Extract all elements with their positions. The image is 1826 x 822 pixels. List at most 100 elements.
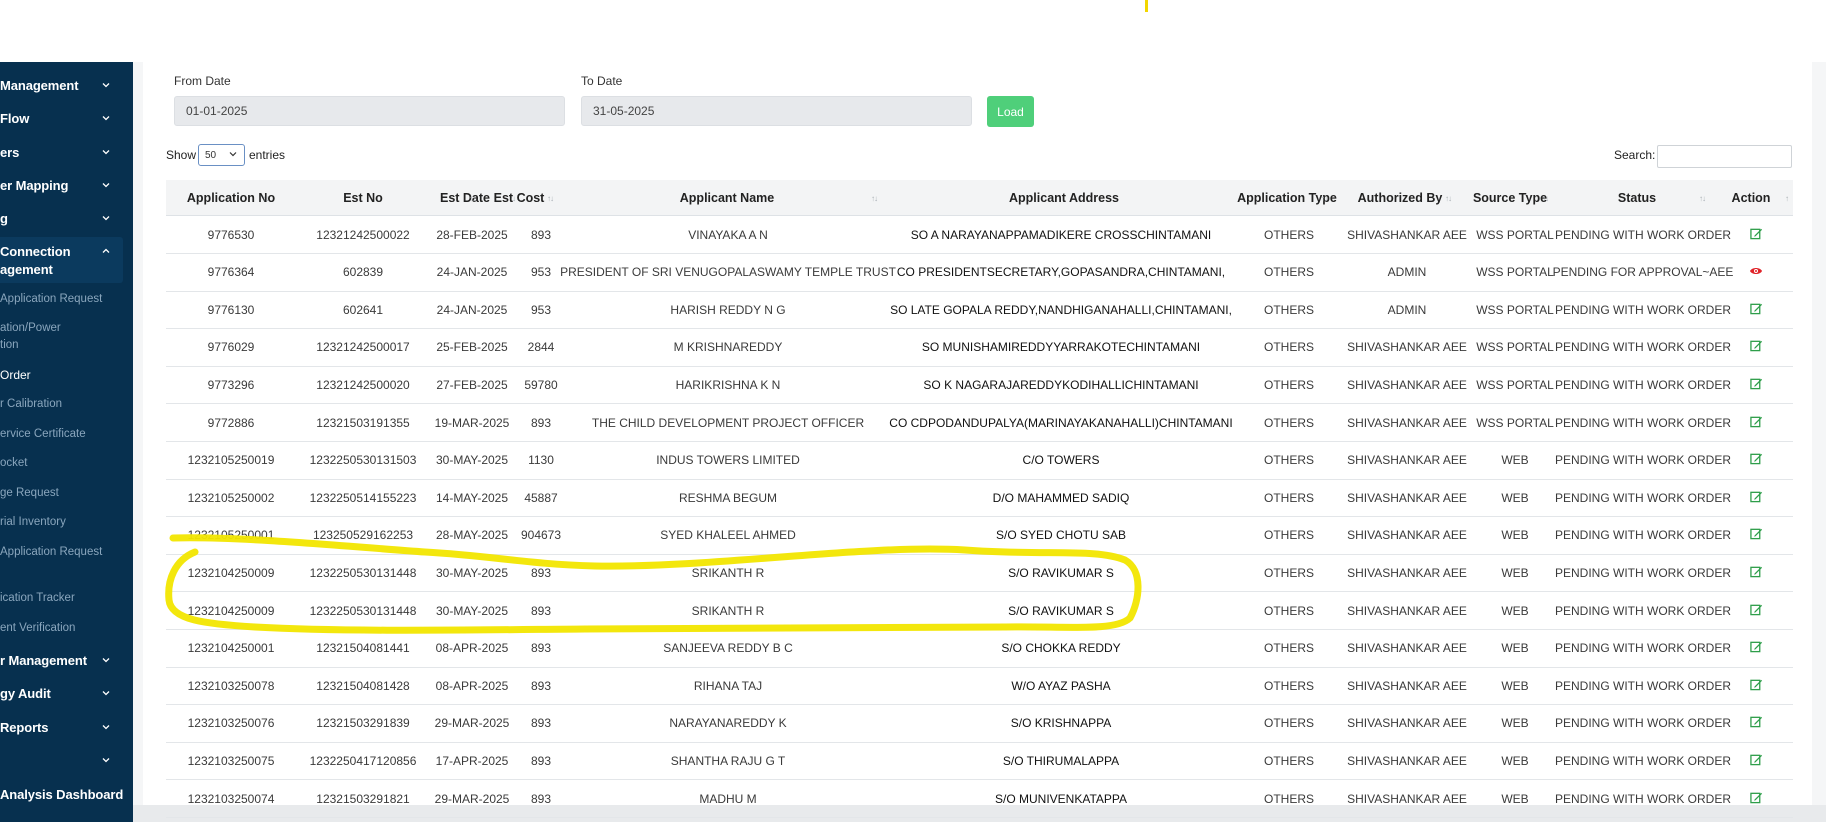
column-header-action[interactable]: Action — [1716, 180, 1786, 216]
edit-icon[interactable] — [1749, 565, 1763, 581]
sidebar-subitem-document-verification[interactable]: ent Verification — [0, 622, 75, 634]
cell-name: M KRISHNAREDDY — [673, 340, 783, 355]
cell-est-no: 12321504081441 — [316, 641, 410, 656]
edit-icon[interactable] — [1749, 527, 1763, 543]
column-header-label: Est No — [343, 191, 383, 205]
sidebar-item-reports[interactable]: Reports — [0, 717, 133, 737]
cell-est-no: 12321503291821 — [316, 791, 410, 806]
column-header-label: Est Date — [439, 191, 491, 205]
sidebar-subitem-application-request[interactable]: Application Request — [0, 293, 102, 305]
edit-icon[interactable] — [1749, 753, 1763, 769]
edit-icon[interactable] — [1749, 791, 1763, 807]
edit-icon[interactable] — [1749, 715, 1763, 731]
view-icon[interactable] — [1749, 265, 1763, 279]
cell-est-no: 1232250530131448 — [309, 565, 417, 580]
cell-est-cost: 893 — [530, 227, 552, 242]
chevron-down-icon — [100, 721, 112, 733]
column-header-applicant-address[interactable]: Applicant Address — [896, 180, 1232, 216]
page-size-select[interactable]: 50 — [198, 144, 245, 166]
load-button[interactable]: Load — [987, 96, 1034, 127]
cell-app-no: 1232105250019 — [187, 453, 275, 468]
cell-status: PENDING WITH WORK ORDER — [1555, 603, 1731, 618]
table-row: 1232104250009 1232250530131448 30-MAY-2025… — [166, 592, 1793, 630]
edit-icon[interactable] — [1749, 415, 1763, 431]
cell-est-date: 24-JAN-2025 — [436, 265, 508, 280]
column-header-application-no[interactable]: Application No ↑↓ — [166, 180, 296, 216]
column-header-application-type[interactable]: Application Type — [1222, 180, 1352, 216]
cell-app-no: 9776029 — [207, 340, 255, 355]
sidebar-item-energy-audit[interactable]: gy Audit — [0, 683, 133, 703]
cell-app-no: 1232105250002 — [187, 490, 275, 505]
edit-icon[interactable] — [1749, 678, 1763, 694]
cell-status: PENDING WITH WORK ORDER — [1555, 716, 1731, 731]
table-row: 1232103250075 1232250417120856 17-APR-2025… — [166, 742, 1793, 781]
sidebar-subitem-ation-power[interactable]: ation/Power — [0, 322, 61, 334]
action-cell — [1726, 366, 1786, 403]
cell-name: SRIKANTH R — [691, 565, 765, 580]
cell-address: S/O THIRUMALAPPA — [1002, 753, 1120, 768]
sidebar-item-label: Analysis Dashboard — [0, 787, 124, 802]
entries-label: entries — [249, 148, 286, 162]
to-date-label: To Date — [581, 74, 623, 88]
edit-icon[interactable] — [1749, 377, 1763, 393]
sidebar-item-management[interactable]: Management — [0, 75, 133, 95]
sidebar-item-label: gy Audit — [0, 686, 51, 701]
sidebar-subitem-ation-power-line2[interactable]: tion — [0, 339, 19, 351]
cell-est-date: 29-MAR-2025 — [434, 791, 510, 806]
cell-est-date: 17-APR-2025 — [435, 753, 509, 768]
cell-est-cost: 59780 — [524, 377, 558, 392]
cell-type: OTHERS — [1263, 716, 1314, 731]
edit-icon[interactable] — [1749, 490, 1763, 506]
sidebar-subitem-service-certificate[interactable]: ervice Certificate — [0, 428, 86, 440]
sidebar-item-g[interactable]: g — [0, 208, 133, 228]
action-cell — [1726, 667, 1786, 704]
cell-type: OTHERS — [1263, 227, 1314, 242]
cell-app-no: 9776130 — [207, 302, 255, 317]
cell-est-no: 1232250530131448 — [309, 603, 417, 618]
cell-type: OTHERS — [1263, 791, 1314, 806]
sidebar-subitem-change-request[interactable]: ge Request — [0, 487, 59, 499]
chevron-down-icon — [228, 148, 238, 163]
sidebar-item-r-management[interactable]: r Management — [0, 650, 133, 670]
sort-icon: ↑↓ — [547, 194, 554, 203]
column-header-applicant-name[interactable]: Applicant Name — [562, 180, 892, 216]
search-input[interactable] — [1657, 145, 1792, 168]
sidebar-subitem-work-order[interactable]: Order — [0, 368, 31, 382]
sidebar-item-connection-management[interactable]: Connection agement — [0, 242, 133, 280]
edit-icon[interactable] — [1749, 603, 1763, 619]
cell-type: OTHERS — [1263, 641, 1314, 656]
cell-app-no: 9772886 — [207, 415, 255, 430]
action-cell — [1726, 216, 1786, 253]
cell-est-date: 30-MAY-2025 — [435, 453, 509, 468]
sort-icon: ↑↓ — [1542, 194, 1549, 203]
cell-type: OTHERS — [1263, 528, 1314, 543]
from-date-input[interactable]: 01-01-2025 — [174, 96, 565, 126]
edit-icon[interactable] — [1749, 452, 1763, 468]
edit-icon[interactable] — [1749, 339, 1763, 355]
edit-icon[interactable] — [1749, 302, 1763, 318]
edit-icon[interactable] — [1749, 227, 1763, 243]
sidebar-subitem-calibration[interactable]: r Calibration — [0, 398, 62, 410]
column-header-est-cost[interactable]: Est Cost — [484, 180, 554, 216]
sidebar-subitem-application-request-2[interactable]: Application Request — [0, 546, 102, 558]
cell-est-date: 28-FEB-2025 — [436, 227, 508, 242]
edit-icon[interactable] — [1749, 640, 1763, 656]
cell-est-no: 12321242500020 — [316, 377, 410, 392]
sidebar-item-flow[interactable]: Flow — [0, 108, 133, 128]
to-date-input[interactable]: 31-05-2025 — [581, 96, 972, 126]
sidebar-subitem-material-inventory[interactable]: rial Inventory — [0, 516, 66, 528]
sidebar-item-ers[interactable]: ers — [0, 142, 133, 162]
sidebar-item-mapping[interactable]: er Mapping — [0, 175, 133, 195]
cell-est-date: 19-MAR-2025 — [434, 415, 510, 430]
table-row: 9776130 602641 24-JAN-2025 953 HARISH REDDY … — [166, 291, 1793, 330]
sidebar-subitem-docket[interactable]: ocket — [0, 457, 28, 469]
sidebar-item-analysis-dashboard[interactable]: Analysis Dashboard — [0, 784, 133, 804]
cell-name: HARIKRISHNA K N — [675, 377, 781, 392]
cell-est-date: 30-MAY-2025 — [435, 565, 509, 580]
column-header-status[interactable]: Status — [1556, 180, 1718, 216]
cell-app-no: 1232103250074 — [187, 791, 275, 806]
sidebar-subitem-application-tracker[interactable]: ication Tracker — [0, 592, 75, 604]
sidebar-item-unlabeled[interactable] — [0, 750, 133, 770]
cell-app-no: 1232104250009 — [187, 603, 275, 618]
cell-status: PENDING WITH WORK ORDER — [1555, 415, 1731, 430]
